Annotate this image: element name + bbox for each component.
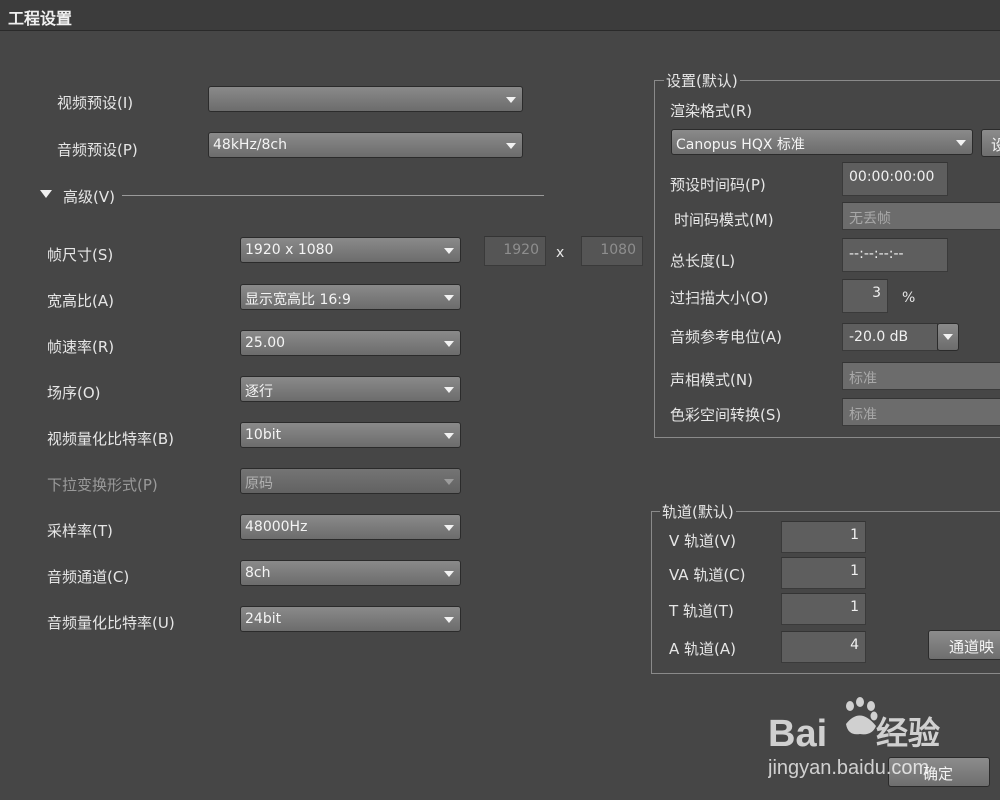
a-track-field[interactable]: 4: [781, 631, 866, 663]
chevron-down-icon: [444, 525, 454, 531]
field-order-label: 场序(O): [47, 384, 101, 402]
svg-text:jingyan.baidu.com: jingyan.baidu.com: [768, 757, 929, 779]
chevron-down-icon: [956, 140, 966, 146]
chevron-down-icon: [444, 433, 454, 439]
pulldown-dropdown: 原码: [240, 468, 461, 494]
frame-rate-value: 25.00: [245, 335, 286, 351]
chevron-down-icon: [444, 571, 454, 577]
render-format-dropdown[interactable]: Canopus HQX 标准: [671, 129, 973, 155]
audio-reference-label: 音频参考电位(A): [670, 328, 782, 346]
total-length-label: 总长度(L): [670, 252, 736, 270]
video-preset-label: 视频预设(I): [57, 94, 134, 112]
v-track-label: V 轨道(V): [669, 532, 736, 550]
aspect-ratio-dropdown[interactable]: 显示宽高比 16:9: [240, 284, 461, 310]
video-bits-value: 10bit: [245, 427, 282, 443]
aspect-ratio-label: 宽高比(A): [47, 292, 114, 310]
audio-reference-dropdown-button[interactable]: [937, 323, 959, 351]
percent-unit: %: [902, 290, 916, 306]
audio-channels-label: 音频通道(C): [47, 568, 130, 586]
sample-rate-dropdown[interactable]: 48000Hz: [240, 514, 461, 540]
chevron-down-icon: [506, 97, 516, 103]
chevron-down-icon: [444, 248, 454, 254]
audio-reference-field[interactable]: -20.0 dB: [842, 323, 938, 351]
color-space-label: 色彩空间转换(S): [670, 406, 782, 424]
frame-size-value: 1920 x 1080: [245, 242, 334, 258]
frame-size-dropdown[interactable]: 1920 x 1080: [240, 237, 461, 263]
chevron-down-icon: [444, 295, 454, 301]
chevron-down-icon: [506, 143, 516, 149]
overscan-field[interactable]: 3: [842, 279, 888, 313]
chevron-down-icon: [444, 341, 454, 347]
field-order-dropdown[interactable]: 逐行: [240, 376, 461, 402]
v-track-field[interactable]: 1: [781, 521, 866, 553]
chevron-down-icon: [943, 334, 953, 340]
pan-mode-field: 标准: [842, 362, 1000, 390]
field-order-value: 逐行: [245, 384, 273, 400]
color-space-field: 标准: [842, 398, 1000, 426]
title-bar: 工程设置: [0, 0, 1000, 31]
defaults-legend: 设置(默认): [664, 70, 740, 91]
pulldown-value: 原码: [245, 476, 273, 492]
chevron-down-icon: [444, 617, 454, 623]
channel-map-button[interactable]: 通道映: [928, 630, 1000, 660]
collapse-triangle-icon[interactable]: [40, 190, 52, 198]
baidu-jingyan-watermark: Bai 经验 jingyan.baidu.com: [767, 694, 968, 784]
advanced-divider: [122, 195, 544, 196]
frame-rate-dropdown[interactable]: 25.00: [240, 330, 461, 356]
t-track-field[interactable]: 1: [781, 593, 866, 625]
audio-channels-value: 8ch: [245, 565, 271, 581]
audio-bits-dropdown[interactable]: 24bit: [240, 606, 461, 632]
tracks-legend: 轨道(默认): [660, 501, 736, 522]
preset-timecode-label: 预设时间码(P): [670, 176, 766, 194]
render-settings-button[interactable]: 设: [981, 129, 1000, 157]
va-track-field[interactable]: 1: [781, 557, 866, 589]
svg-text:Bai: Bai: [768, 713, 827, 755]
pan-mode-label: 声相模式(N): [670, 371, 753, 389]
sample-rate-label: 采样率(T): [47, 522, 113, 540]
audio-preset-value: 48kHz/8ch: [213, 137, 287, 153]
render-format-value: Canopus HQX 标准: [676, 137, 805, 153]
render-format-label: 渲染格式(R): [670, 102, 753, 120]
audio-preset-label: 音频预设(P): [57, 141, 138, 159]
audio-channels-dropdown[interactable]: 8ch: [240, 560, 461, 586]
svg-text:经验: 经验: [876, 714, 940, 752]
advanced-toggle-label[interactable]: 高级(V): [63, 186, 115, 207]
baidu-logo: Bai 经验 jingyan.baidu.com: [767, 697, 940, 779]
audio-bits-label: 音频量化比特率(U): [47, 614, 175, 632]
total-length-field: --:--:--:--: [842, 238, 948, 272]
va-track-label: VA 轨道(C): [669, 566, 746, 584]
video-bits-label: 视频量化比特率(B): [47, 430, 174, 448]
audio-bits-value: 24bit: [245, 611, 282, 627]
window-title: 工程设置: [8, 9, 73, 28]
pulldown-label: 下拉变换形式(P): [47, 476, 158, 494]
audio-preset-dropdown[interactable]: 48kHz/8ch: [208, 132, 523, 158]
frame-width-field: 1920: [484, 236, 546, 266]
aspect-ratio-value: 显示宽高比 16:9: [245, 292, 351, 308]
chevron-down-icon: [444, 479, 454, 485]
frame-rate-label: 帧速率(R): [47, 338, 115, 356]
frame-height-field: 1080: [581, 236, 643, 266]
chevron-down-icon: [444, 387, 454, 393]
video-preset-dropdown[interactable]: [208, 86, 523, 112]
times-sign: x: [556, 245, 565, 261]
overscan-label: 过扫描大小(O): [670, 289, 769, 307]
t-track-label: T 轨道(T): [669, 602, 734, 620]
timecode-mode-label: 时间码模式(M): [674, 211, 774, 229]
video-bits-dropdown[interactable]: 10bit: [240, 422, 461, 448]
a-track-label: A 轨道(A): [669, 640, 736, 658]
frame-size-label: 帧尺寸(S): [47, 246, 114, 264]
preset-timecode-field[interactable]: 00:00:00:00: [842, 162, 948, 196]
timecode-mode-field: 无丢帧: [842, 202, 1000, 230]
sample-rate-value: 48000Hz: [245, 519, 308, 535]
